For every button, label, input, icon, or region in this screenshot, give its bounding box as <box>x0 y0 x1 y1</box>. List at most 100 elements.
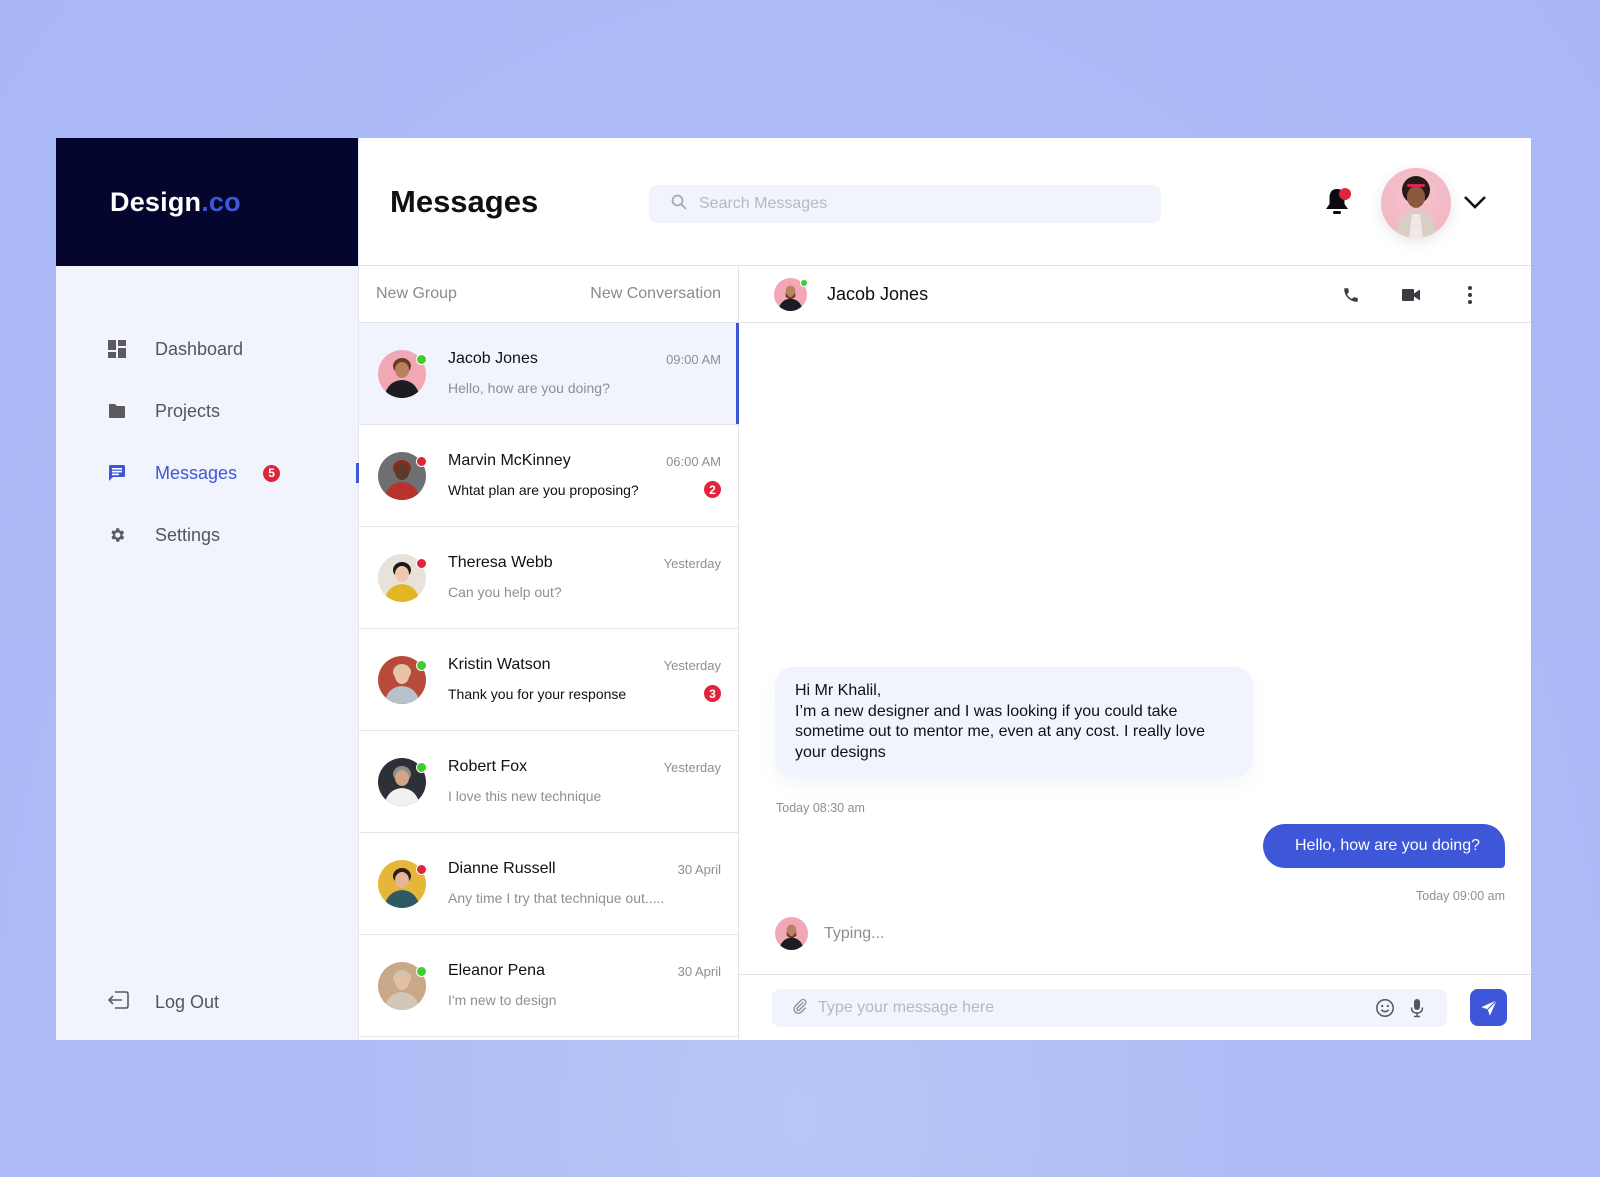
profile-avatar[interactable] <box>1381 168 1451 238</box>
conversation-actions: New Group New Conversation <box>359 266 738 323</box>
message-preview: I love this new technique <box>448 788 602 804</box>
send-button[interactable] <box>1470 989 1507 1026</box>
message-thread: Hi Mr Khalil, I’m a new designer and I w… <box>739 323 1531 974</box>
incoming-message: Hi Mr Khalil, I’m a new designer and I w… <box>775 667 1253 777</box>
message-preview: Whtat plan are you proposing? <box>448 482 639 498</box>
search-icon <box>671 194 687 215</box>
avatar <box>378 452 427 500</box>
contact-name: Robert Fox <box>448 758 528 775</box>
conversation-item[interactable]: Marvin McKinney 06:00 AM Whtat plan are yo… <box>359 425 738 527</box>
sidebar-item-label: Messages <box>155 462 238 483</box>
logout-icon <box>107 991 129 1014</box>
conversation-time: 30 April <box>677 862 721 877</box>
offline-status-dot <box>416 558 427 569</box>
search-input[interactable] <box>699 195 1139 213</box>
brand-name: Design <box>110 186 202 217</box>
avatar <box>378 758 427 806</box>
unread-badge: 3 <box>704 685 721 702</box>
message-preview: I'm new to design <box>448 992 557 1008</box>
avatar <box>378 656 427 704</box>
conversation-item[interactable]: Eleanor Pena 30 April I'm new to design <box>359 935 738 1037</box>
sidebar: Design .co Dashboard Projects Messages 5… <box>56 138 359 1040</box>
online-status-dot <box>800 279 808 287</box>
typing-label: Typing... <box>824 924 885 942</box>
microphone-icon <box>1410 999 1424 1018</box>
contact-name: Jacob Jones <box>448 350 538 367</box>
sidebar-item-dashboard[interactable]: Dashboard <box>56 318 358 380</box>
typing-indicator: Typing... <box>775 917 884 950</box>
avatar <box>378 350 427 398</box>
conversation-item[interactable]: Theresa Webb Yesterday Can you help out? <box>359 527 738 629</box>
online-status-dot <box>416 966 427 977</box>
sidebar-item-label: Settings <box>155 524 221 545</box>
content-area: New Group New Conversation Jacob Jones 09… <box>359 266 1531 1040</box>
conversation-time: 06:00 AM <box>666 454 721 469</box>
message-icon <box>107 463 127 483</box>
chat-contact-name: Jacob Jones <box>827 283 929 304</box>
sidebar-item-settings[interactable]: Settings <box>56 504 358 566</box>
send-icon <box>1480 999 1497 1016</box>
message-preview: Thank you for your response <box>448 686 627 702</box>
sidebar-item-label: Projects <box>155 400 221 421</box>
new-group-button[interactable]: New Group <box>376 285 457 303</box>
conversation-item[interactable]: Robert Fox Yesterday I love this new techn… <box>359 731 738 833</box>
sidebar-item-messages[interactable]: Messages 5 <box>56 442 359 504</box>
voice-call-button[interactable] <box>1340 284 1362 306</box>
notifications-button[interactable] <box>1322 186 1356 220</box>
folder-icon <box>107 401 127 421</box>
brand-suffix: .co <box>201 186 241 217</box>
voice-record-button[interactable] <box>1407 998 1427 1018</box>
top-bar: Messages <box>359 138 1531 266</box>
conversation-time: 30 April <box>677 964 721 979</box>
attach-button[interactable] <box>792 998 808 1019</box>
conversation-time: 09:00 AM <box>666 352 721 367</box>
online-status-dot <box>416 660 427 671</box>
contact-name: Dianne Russell <box>448 860 556 877</box>
avatar <box>378 860 427 908</box>
video-call-button[interactable] <box>1400 284 1422 306</box>
logout-button[interactable]: Log Out <box>107 991 219 1014</box>
profile-menu-toggle[interactable] <box>1462 192 1488 212</box>
conversation-time: Yesterday <box>663 760 721 775</box>
logout-label: Log Out <box>155 992 220 1012</box>
contact-name: Eleanor Pena <box>448 962 545 979</box>
conversation-time: Yesterday <box>663 556 721 571</box>
contact-avatar[interactable] <box>774 278 808 311</box>
main-area: Messages Search Messages New Group New C… <box>359 138 1531 1040</box>
message-preview: Can you help out? <box>448 584 562 600</box>
smiley-icon <box>1376 999 1394 1017</box>
contact-avatar <box>775 917 808 950</box>
conversation-item[interactable]: Kristin Watson Yesterday Thank you for you… <box>359 629 738 731</box>
more-vertical-icon <box>1468 286 1472 304</box>
contact-name: Kristin Watson <box>448 656 551 673</box>
contact-name: Marvin McKinney <box>448 452 571 469</box>
emoji-button[interactable] <box>1375 998 1395 1018</box>
brand-logo[interactable]: Design .co <box>56 138 358 266</box>
sidebar-nav: Dashboard Projects Messages 5 Settings <box>56 266 359 566</box>
unread-badge: 2 <box>704 481 721 498</box>
message-preview: Any time I try that technique out..... <box>448 890 665 906</box>
phone-icon <box>1344 288 1358 302</box>
conversation-item[interactable]: Jacob Jones 09:00 AM Hello, how are you do… <box>359 323 739 425</box>
new-conversation-button[interactable]: New Conversation <box>590 285 721 303</box>
message-input[interactable] <box>818 999 1348 1017</box>
online-status-dot <box>416 762 427 773</box>
video-camera-icon <box>1402 289 1420 301</box>
message-timestamp: Today 08:30 am <box>776 801 865 815</box>
chat-pane: Jacob Jones Hi Mr Khalil, I’m a new desi… <box>739 266 1531 1040</box>
conversation-list: New Group New Conversation Jacob Jones 09… <box>359 266 739 1040</box>
gear-icon <box>107 525 127 545</box>
sidebar-item-label: Dashboard <box>155 338 244 359</box>
search-bar[interactable] <box>649 185 1161 223</box>
avatar <box>378 554 427 602</box>
more-options-button[interactable] <box>1459 284 1481 306</box>
composer-field[interactable] <box>772 989 1447 1027</box>
offline-status-dot <box>416 456 427 467</box>
avatar <box>378 962 427 1010</box>
conversation-item[interactable]: Dianne Russell 30 April Any time I try tha… <box>359 833 738 935</box>
contact-name: Theresa Webb <box>448 554 553 571</box>
online-status-dot <box>416 354 427 365</box>
unread-badge: 5 <box>263 464 281 482</box>
message-preview: Hello, how are you doing? <box>448 380 610 396</box>
sidebar-item-projects[interactable]: Projects <box>56 380 358 442</box>
